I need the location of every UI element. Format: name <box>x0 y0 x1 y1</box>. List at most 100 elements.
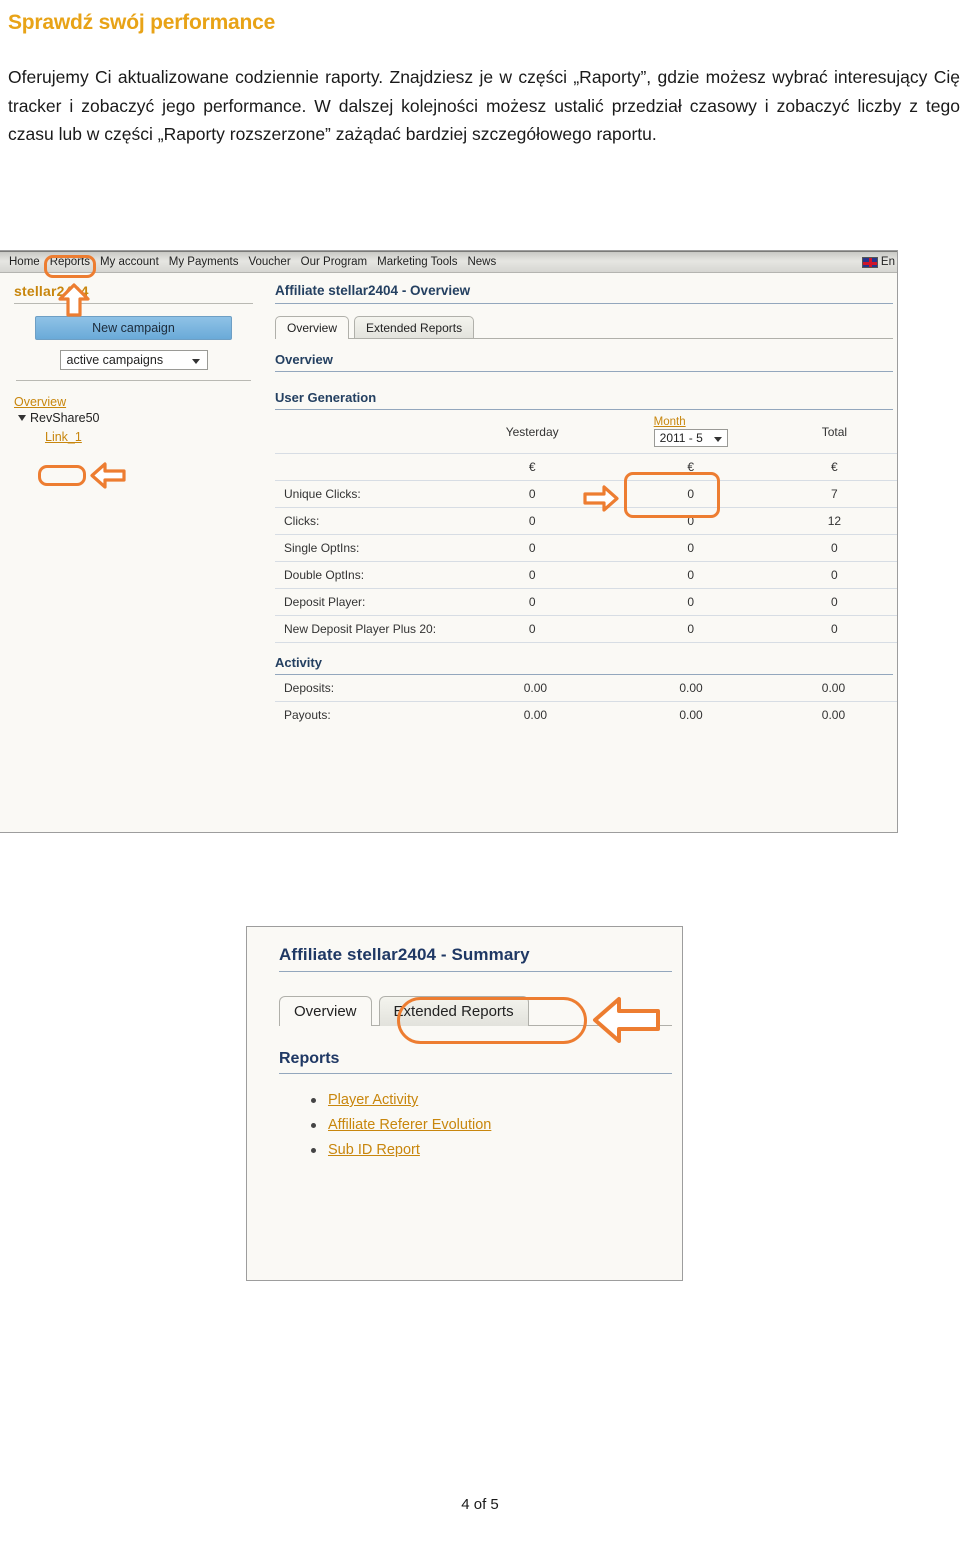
cell-yesterday: 0.00 <box>523 708 548 722</box>
cell-total: 12 <box>771 507 897 535</box>
sidebar-username: stellar2404 <box>14 283 253 304</box>
tab-extended-reports[interactable]: Extended Reports <box>378 996 529 1026</box>
nav-item-news[interactable]: News <box>462 252 501 272</box>
table-row: Single OptIns: 0 0 0 <box>275 534 897 562</box>
cell-yesterday: 0 <box>454 480 610 508</box>
new-campaign-button[interactable]: New campaign <box>35 316 232 340</box>
nav-item-voucher[interactable]: Voucher <box>243 252 295 272</box>
table-header-row: Yesterday Month 2011 - 5 Total <box>275 410 897 454</box>
cell-month: 0.00 <box>679 708 703 722</box>
cell-total: 0 <box>771 615 897 643</box>
screenshot-extended-reports-page: Affiliate stellar2404 - Summary Overview… <box>246 926 683 1281</box>
report-link-sub-id-report[interactable]: Sub ID Report <box>328 1142 420 1158</box>
cell-total: 7 <box>771 480 897 508</box>
screenshot-overview-page: Home Reports My account My Payments Vouc… <box>0 250 898 833</box>
body-paragraph: Oferujemy Ci aktualizowane codziennie ra… <box>8 67 960 144</box>
document-text-block: Sprawdź swój performance Oferujemy Ci ak… <box>0 0 960 148</box>
report-link-player-activity[interactable]: Player Activity <box>328 1092 418 1108</box>
list-item: Sub ID Report <box>311 1138 682 1163</box>
currency-total: € <box>771 453 897 481</box>
row-label: Unique Clicks: <box>275 480 455 508</box>
header-spacer <box>275 410 455 454</box>
tab-bar: Overview Extended Reports <box>279 996 682 1026</box>
tab-overview[interactable]: Overview <box>279 996 372 1026</box>
activity-table: Deposits: 0.00 0.00 0.00 Payouts: 0.00 0… <box>275 675 897 728</box>
report-link-affiliate-referer-evolution[interactable]: Affiliate Referer Evolution <box>328 1117 491 1133</box>
month-selector[interactable]: Month 2011 - 5 <box>653 416 728 447</box>
sidebar-tree-node-revshare50[interactable]: RevShare50 <box>18 411 253 425</box>
cell-yesterday: 0 <box>454 561 610 589</box>
row-label: Payouts: <box>284 708 331 722</box>
nav-item-our-program[interactable]: Our Program <box>296 252 372 272</box>
nav-item-my-account[interactable]: My account <box>95 252 164 272</box>
tab-extended-reports[interactable]: Extended Reports <box>354 316 475 339</box>
cell-total: 0.00 <box>821 708 846 722</box>
sidebar: stellar2404 New campaign active campaign… <box>0 273 265 832</box>
table-row: Deposits: 0.00 0.00 0.00 <box>275 675 897 702</box>
panel-title: Affiliate stellar2404 - Overview <box>275 283 893 304</box>
nav-item-marketing-tools[interactable]: Marketing Tools <box>372 252 462 272</box>
cell-month: 0.00 <box>612 675 770 702</box>
cell-yesterday: 0 <box>454 615 610 643</box>
table-row: Clicks: 0 0 12 <box>275 507 897 535</box>
row-label: Deposit Player: <box>275 588 455 616</box>
tab-bar: Overview Extended Reports <box>275 316 897 339</box>
list-item: Affiliate Referer Evolution <box>311 1113 682 1138</box>
chevron-down-icon <box>191 359 200 364</box>
table-row: New Deposit Player Plus 20: 0 0 0 <box>275 615 897 643</box>
sidebar-item-overview[interactable]: Overview <box>14 395 66 409</box>
nav-item-home[interactable]: Home <box>4 252 45 272</box>
cell-total: 0 <box>771 588 897 616</box>
section-heading-activity: Activity <box>275 655 893 675</box>
sidebar-tree-child-row: Link_1 <box>32 428 253 448</box>
tab-bar-underline <box>275 338 893 339</box>
row-label: Clicks: <box>275 507 455 535</box>
column-header-yesterday: Yesterday <box>505 424 559 439</box>
sidebar-tree-node-label: RevShare50 <box>30 411 100 425</box>
campaign-filter-select[interactable]: active campaigns <box>59 350 208 370</box>
nav-item-reports[interactable]: Reports <box>45 252 95 272</box>
nav-item-my-payments[interactable]: My Payments <box>164 252 244 272</box>
triangle-down-icon <box>18 415 26 421</box>
cell-yesterday: 0 <box>454 588 610 616</box>
table-row: Payouts: 0.00 0.00 0.00 <box>275 702 897 729</box>
chevron-down-icon <box>713 437 722 442</box>
table-row: Deposit Player: 0 0 0 <box>275 588 897 616</box>
campaign-filter-value: active campaigns <box>66 353 164 367</box>
column-header-total: Total <box>821 424 848 439</box>
cell-yesterday: 0.00 <box>458 675 613 702</box>
table-row: Unique Clicks: 0 0 7 <box>275 480 897 508</box>
sidebar-item-link-1[interactable]: Link_1 <box>45 430 82 444</box>
currency-row: € € € <box>275 453 897 481</box>
cell-total: 0.00 <box>769 675 897 702</box>
row-label: New Deposit Player Plus 20: <box>275 615 455 643</box>
section-heading-reports: Reports <box>279 1050 672 1074</box>
main-content-panel: Affiliate stellar2404 - Overview Overvie… <box>265 273 897 832</box>
cell-yesterday: 0 <box>454 507 610 535</box>
main-navigation-bar: Home Reports My account My Payments Vouc… <box>0 251 897 273</box>
cell-month: 0 <box>609 561 772 589</box>
currency-spacer <box>275 453 455 481</box>
tab-overview[interactable]: Overview <box>275 316 350 339</box>
row-label: Double OptIns: <box>275 561 455 589</box>
month-select[interactable]: 2011 - 5 <box>653 429 728 447</box>
language-label: En <box>880 256 895 268</box>
month-select-value: 2011 - 5 <box>659 431 703 445</box>
cell-total: 0 <box>771 561 897 589</box>
month-label: Month <box>653 416 686 428</box>
cell-month: 0 <box>609 534 772 562</box>
cell-month: 0 <box>609 507 772 535</box>
table-row: Double OptIns: 0 0 0 <box>275 561 897 589</box>
sidebar-divider <box>16 380 251 381</box>
row-label: Deposits: <box>275 675 459 702</box>
currency-month: € <box>609 453 772 481</box>
row-label: Single OptIns: <box>275 534 455 562</box>
page-footer: 4 of 5 <box>0 1496 960 1513</box>
section-heading-overview: Overview <box>275 352 893 372</box>
user-generation-table: Yesterday Month 2011 - 5 Total € € € Uni… <box>275 410 897 643</box>
report-links-list: Player Activity Affiliate Referer Evolut… <box>279 1088 682 1163</box>
cell-month: 0 <box>609 615 772 643</box>
cell-month: 0 <box>609 480 772 508</box>
uk-flag-icon <box>861 256 878 268</box>
language-switcher[interactable]: En <box>861 256 895 268</box>
